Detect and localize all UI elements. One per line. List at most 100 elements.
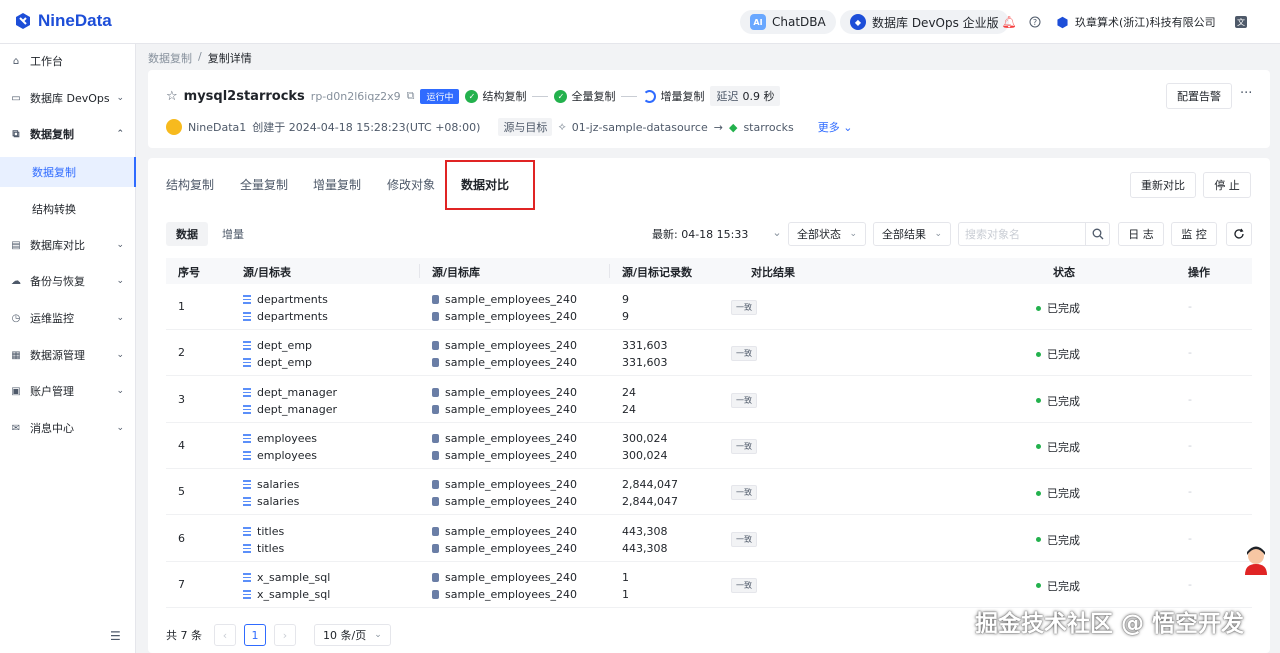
- page-size-select[interactable]: 10 条/页 ⌄: [314, 624, 391, 646]
- count-pair: 11: [622, 571, 629, 601]
- more-options-icon[interactable]: ···: [1240, 86, 1252, 101]
- page-size-value: 10 条/页: [323, 629, 367, 642]
- target-db: sample_employees_240: [432, 356, 577, 369]
- devops-edition-button[interactable]: ◆ 数据库 DevOps 企业版: [840, 10, 1009, 34]
- target-db-name: sample_employees_240: [445, 587, 578, 601]
- sidebar-item-db-compare[interactable]: ▤ 数据库对比 ⌄: [0, 230, 136, 260]
- sidebar-item-account[interactable]: ▣ 账户管理 ⌄: [0, 376, 136, 406]
- row-number: 6: [178, 531, 185, 545]
- sidebar-item-monitoring[interactable]: ◷ 运维监控 ⌄: [0, 303, 136, 333]
- table-pair: salaries salaries: [243, 478, 299, 508]
- search-icon: [1092, 228, 1103, 240]
- result-filter-select[interactable]: 全部结果 ⌄: [873, 222, 951, 246]
- sidebar-item-workbench[interactable]: ⌂ 工作台: [0, 46, 136, 76]
- support-assistant-icon[interactable]: [1242, 545, 1270, 575]
- count-pair: 300,024 300,024: [622, 432, 668, 462]
- prev-page-button[interactable]: ‹: [214, 624, 236, 646]
- search-box: [958, 222, 1110, 246]
- row-number: 1: [178, 300, 185, 313]
- database-icon: [432, 341, 439, 351]
- segment-incremental[interactable]: 增量: [212, 222, 254, 246]
- sidebar-item-messages[interactable]: ✉ 消息中心 ⌄: [0, 413, 136, 443]
- target-count: 9: [622, 310, 629, 323]
- latest-label: 最新:: [652, 228, 678, 241]
- tab-full-replication[interactable]: 全量复制: [240, 176, 288, 193]
- sidebar-item-replication[interactable]: ⧉ 数据复制 ⌃: [0, 119, 136, 149]
- compare-result-tag: 一致: [731, 531, 757, 547]
- row-number: 2: [178, 346, 185, 360]
- configure-alert-button[interactable]: 配置告警: [1166, 83, 1232, 109]
- star-icon[interactable]: ☆: [166, 89, 178, 104]
- segment-data[interactable]: 数据: [166, 222, 208, 246]
- target-table: dept_emp: [243, 356, 312, 369]
- logo[interactable]: NineData: [14, 11, 112, 31]
- tab-incremental-replication[interactable]: 增量复制: [313, 176, 361, 193]
- count-pair: 99: [622, 293, 629, 323]
- status-filter-select[interactable]: 全部状态 ⌄: [788, 222, 866, 246]
- sidebar-item-label: 数据库对比: [30, 239, 85, 252]
- row-action: -: [1188, 485, 1192, 499]
- source-table-name: titles: [257, 524, 285, 538]
- search-input[interactable]: [959, 223, 1085, 245]
- status-dot: [1036, 398, 1041, 404]
- source-datasource[interactable]: 01-jz-sample-datasource: [572, 121, 708, 134]
- target-table: x_sample_sql: [243, 588, 330, 601]
- source-table-name: x_sample_sql: [257, 570, 331, 584]
- refresh-button[interactable]: [1226, 222, 1252, 246]
- source-db: sample_employees_240: [432, 571, 577, 584]
- copy-icon[interactable]: ⧉: [407, 89, 415, 103]
- column-header: 序号: [178, 266, 200, 279]
- page-button-1[interactable]: 1: [244, 624, 266, 646]
- status-text: 已完成: [1047, 394, 1080, 408]
- next-page-button[interactable]: ›: [274, 624, 296, 646]
- help-icon[interactable]: ?: [1027, 14, 1043, 30]
- chatdba-button[interactable]: AI ChatDBA: [740, 10, 836, 34]
- step-incremental: 增量复制: [643, 88, 704, 104]
- search-button[interactable]: [1085, 223, 1109, 245]
- db-pair: sample_employees_240 sample_employees_240: [432, 432, 577, 462]
- target-table: salaries: [243, 495, 299, 508]
- target-count: 24: [622, 402, 636, 416]
- tab-schema-replication[interactable]: 结构复制: [166, 176, 214, 193]
- sidebar-item-devops[interactable]: ▭ 数据库 DevOps ⌄: [0, 83, 136, 113]
- notification-bell-icon[interactable]: 🔔︎: [1001, 14, 1017, 30]
- monitor-button[interactable]: 监 控: [1171, 222, 1217, 246]
- collapse-sidebar-icon[interactable]: ☰: [110, 629, 121, 643]
- recompare-button[interactable]: 重新对比: [1130, 172, 1196, 198]
- sidebar-subitem-replication[interactable]: 数据复制: [0, 157, 136, 187]
- source-table-name: employees: [257, 431, 318, 445]
- status-dot: [1036, 305, 1041, 311]
- data-mode-switch: 数据 增量: [166, 222, 254, 246]
- status-dot: [1036, 351, 1041, 357]
- company-switcher[interactable]: 玖章算术(浙江)科技有限公司: [1056, 14, 1216, 30]
- spinner-icon: [643, 89, 657, 103]
- log-button[interactable]: 日 志: [1118, 222, 1164, 246]
- database-icon: [432, 572, 439, 582]
- source-count: 1: [622, 570, 629, 584]
- stop-button[interactable]: 停 止: [1203, 172, 1251, 198]
- compare-result-tag: 一致: [731, 300, 757, 315]
- sidebar-subitem-schema-convert[interactable]: 结构转换: [0, 194, 136, 224]
- sidebar-item-label: 工作台: [30, 55, 63, 68]
- sidebar-item-datasource[interactable]: ▦ 数据源管理 ⌄: [0, 340, 136, 370]
- db-pair: sample_employees_240 sample_employees_240: [432, 386, 577, 416]
- mail-icon: ✉: [11, 422, 21, 434]
- latest-compare-select[interactable]: 最新: 04-18 15:33 ⌄: [652, 226, 782, 242]
- database-icon: [432, 387, 439, 397]
- table-icon: [243, 358, 251, 368]
- source-table: dept_emp: [243, 339, 312, 352]
- sidebar-item-label: 数据复制: [32, 166, 76, 179]
- chevron-down-icon: ⌄: [116, 386, 124, 396]
- sidebar-item-backup[interactable]: ☁ 备份与恢复 ⌄: [0, 266, 136, 296]
- target-datasource[interactable]: starrocks: [743, 121, 793, 134]
- table-row: 7 x_sample_sql x_sample_sql sample_employee…: [166, 562, 1252, 608]
- language-switch-icon[interactable]: 文: [1233, 14, 1249, 30]
- pagination: 共 7 条 ‹ 1 › 10 条/页 ⌄: [166, 624, 391, 646]
- more-link[interactable]: 更多 ⌄: [818, 119, 853, 135]
- table-header: 序号 源/目标表 源/目标库 源/目标记录数 对比结果 状态 操作: [166, 258, 1252, 284]
- watermark-text: 掘金技术社区 @ 悟空开发: [975, 611, 1245, 637]
- table-icon: [243, 387, 251, 397]
- tab-modify-objects[interactable]: 修改对象: [387, 176, 435, 193]
- breadcrumb-parent[interactable]: 数据复制: [148, 50, 192, 66]
- source-db: sample_employees_240: [432, 478, 577, 491]
